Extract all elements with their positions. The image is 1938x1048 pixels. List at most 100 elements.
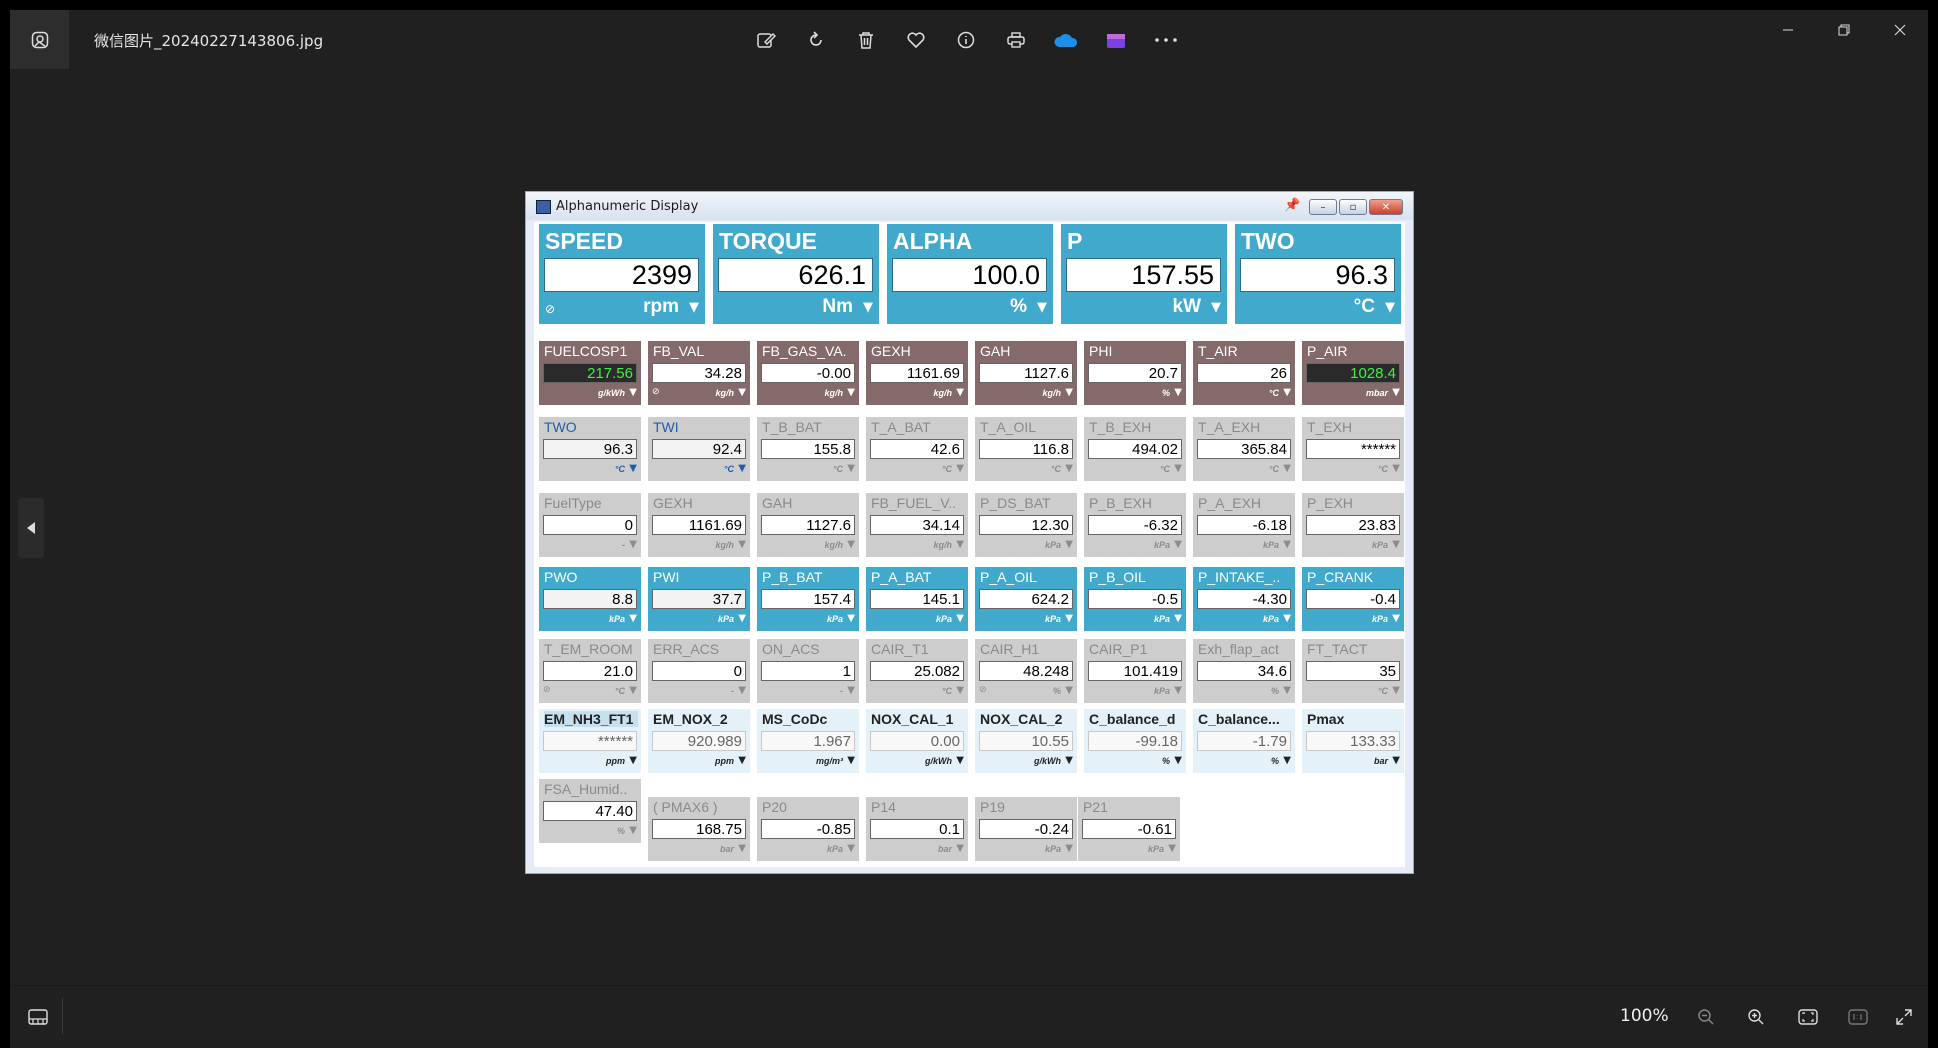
tile-unit: °C <box>1268 464 1279 474</box>
tile-ms-codc: MS_CoDc 1.967 mg/m³ ▼ <box>757 709 859 773</box>
tile-label: T_EXH <box>1307 419 1353 435</box>
tile-unit: - <box>840 686 843 696</box>
tile-value: 365.84 <box>1197 439 1291 459</box>
tile-nox-cal-2: NOX_CAL_2 10.55 g/kWh ▼ <box>975 709 1077 773</box>
tile-value: 168.75 <box>652 819 746 839</box>
unit-dropdown-icon: ▼ <box>629 463 637 474</box>
tile-unit: °C <box>941 464 952 474</box>
tile-value: 34.14 <box>870 515 964 535</box>
zoom-out-icon[interactable] <box>1690 1002 1722 1032</box>
app-title: Alphanumeric Display <box>556 199 699 214</box>
tile-label: T_EM_ROOM <box>544 641 633 657</box>
unit-dropdown-icon: ▼ <box>1174 463 1182 474</box>
displayed-image: Alphanumeric Display 📌 – ▫ ✕ SPEED 2399 … <box>525 191 1414 874</box>
tile-value: 1127.6 <box>979 363 1073 383</box>
tile-p-air: P_AIR 1028.4 mbar ▼ <box>1302 341 1404 405</box>
tile-value: 116.8 <box>979 439 1073 459</box>
tile-value: 26 <box>1197 363 1291 383</box>
edit-image-icon[interactable] <box>750 24 782 56</box>
zoom-in-icon[interactable] <box>1740 1002 1772 1032</box>
unit-dropdown-icon: ▼ <box>1283 387 1291 398</box>
filmstrip-toggle-icon[interactable] <box>22 1002 54 1032</box>
tile-value: 1 <box>761 661 855 681</box>
unit-dropdown-icon: ▼ <box>1283 539 1291 550</box>
tile-unit: g/kWh <box>925 756 952 766</box>
tile-value: 20.7 <box>1088 363 1182 383</box>
tile-label: Exh_flap_act <box>1198 641 1279 657</box>
unit-dropdown-icon: ▼ <box>738 613 746 624</box>
print-icon[interactable] <box>1000 24 1032 56</box>
tile-value: 217.56 <box>543 363 637 383</box>
delete-icon[interactable] <box>850 24 882 56</box>
tile-gexh: GEXH 1161.69 kg/h ▼ <box>866 341 968 405</box>
tile-label: P21 <box>1083 799 1108 815</box>
tile-p-a-exh: P_A_EXH -6.18 kPa ▼ <box>1193 493 1295 557</box>
tile-unit: - <box>731 686 734 696</box>
app-close-icon: ✕ <box>1369 199 1403 215</box>
onedrive-icon[interactable] <box>1050 24 1082 56</box>
tile-value: 0.1 <box>870 819 964 839</box>
viewer-titlebar: 微信图片_20240227143806.jpg <box>10 10 1928 69</box>
unit-dropdown-icon: ▼ <box>956 463 964 474</box>
unit-dropdown-icon: ▼ <box>1037 300 1047 315</box>
restore-icon[interactable] <box>1816 10 1872 50</box>
unit-dropdown-icon: ▼ <box>1392 755 1400 766</box>
tile-unit: kg/h <box>824 540 843 550</box>
tile-exh-flap-act: Exh_flap_act 34.6 % ▼ <box>1193 639 1295 703</box>
tile-label: FUELCOSP1 <box>544 343 628 359</box>
rotate-icon[interactable] <box>800 24 832 56</box>
previous-image-button[interactable] <box>18 498 44 558</box>
unit-dropdown-icon: ▼ <box>629 539 637 550</box>
tile-label: FuelType <box>544 495 602 511</box>
tile-label: GEXH <box>653 495 693 511</box>
fit-to-window-icon[interactable] <box>1792 1002 1824 1032</box>
tile-label: T_A_OIL <box>980 419 1037 435</box>
tile-unit: g/kWh <box>598 388 625 398</box>
tile-unit: kg/h <box>715 540 734 550</box>
tile-value: 25.082 <box>870 661 964 681</box>
more-icon[interactable] <box>1150 24 1182 56</box>
actual-size-icon[interactable] <box>1842 1002 1874 1032</box>
photos-app-icon[interactable] <box>10 10 69 69</box>
tile-unit: °C <box>1050 464 1061 474</box>
minimize-icon[interactable] <box>1760 10 1816 50</box>
tile-twi: TWI 92.4 °C ▼ <box>648 417 750 481</box>
tile-label: FB_GAS_VA. <box>762 343 847 359</box>
unit-dropdown-icon: ▼ <box>1065 539 1073 550</box>
tile-value: 42.6 <box>870 439 964 459</box>
fullscreen-icon[interactable] <box>1888 1002 1920 1032</box>
close-icon[interactable] <box>1872 10 1928 50</box>
unit-dropdown-icon: ▼ <box>847 843 855 854</box>
info-icon[interactable] <box>950 24 982 56</box>
tile-value: -6.18 <box>1197 515 1291 535</box>
tile-value: 1028.4 <box>1306 363 1400 383</box>
unit-dropdown-icon: ▼ <box>847 613 855 624</box>
tile-unit: bar <box>937 844 952 854</box>
unit-dropdown-icon: ▼ <box>629 825 637 836</box>
alphanumeric-panel: SPEED 2399 ⊘ rpm ▼ TORQUE 626.1 Nm ▼ ALP… <box>534 222 1405 867</box>
tile-value: 0 <box>652 661 746 681</box>
unit-dropdown-icon: ▼ <box>1174 539 1182 550</box>
tile-value: 10.55 <box>979 731 1073 751</box>
tile-value: 1.967 <box>761 731 855 751</box>
tile-unit: kPa <box>1371 614 1388 624</box>
tile-value: -0.24 <box>979 819 1073 839</box>
favorite-icon[interactable] <box>900 24 932 56</box>
tile-unit: °C <box>1268 388 1279 398</box>
tile-two: TWO 96.3 °C ▼ <box>539 417 641 481</box>
tile-label: T_A_BAT <box>871 419 931 435</box>
panel-label: ALPHA <box>893 228 973 254</box>
unit-dropdown-icon: ▼ <box>1283 613 1291 624</box>
tile-unit: bar <box>1373 756 1388 766</box>
tile-p-b-exh: P_B_EXH -6.32 kPa ▼ <box>1084 493 1186 557</box>
tile-value: 8.8 <box>543 589 637 609</box>
tile-label: ON_ACS <box>762 641 820 657</box>
unit-dropdown-icon: ▼ <box>1283 755 1291 766</box>
unit-dropdown-icon: ▼ <box>956 387 964 398</box>
clipchamp-icon[interactable] <box>1100 24 1132 56</box>
tile-value: 21.0 <box>543 661 637 681</box>
tile-unit: - <box>622 540 625 550</box>
tile-label: PWI <box>653 569 680 585</box>
tile-unit: % <box>616 826 625 836</box>
tile-nox-cal-1: NOX_CAL_1 0.00 g/kWh ▼ <box>866 709 968 773</box>
